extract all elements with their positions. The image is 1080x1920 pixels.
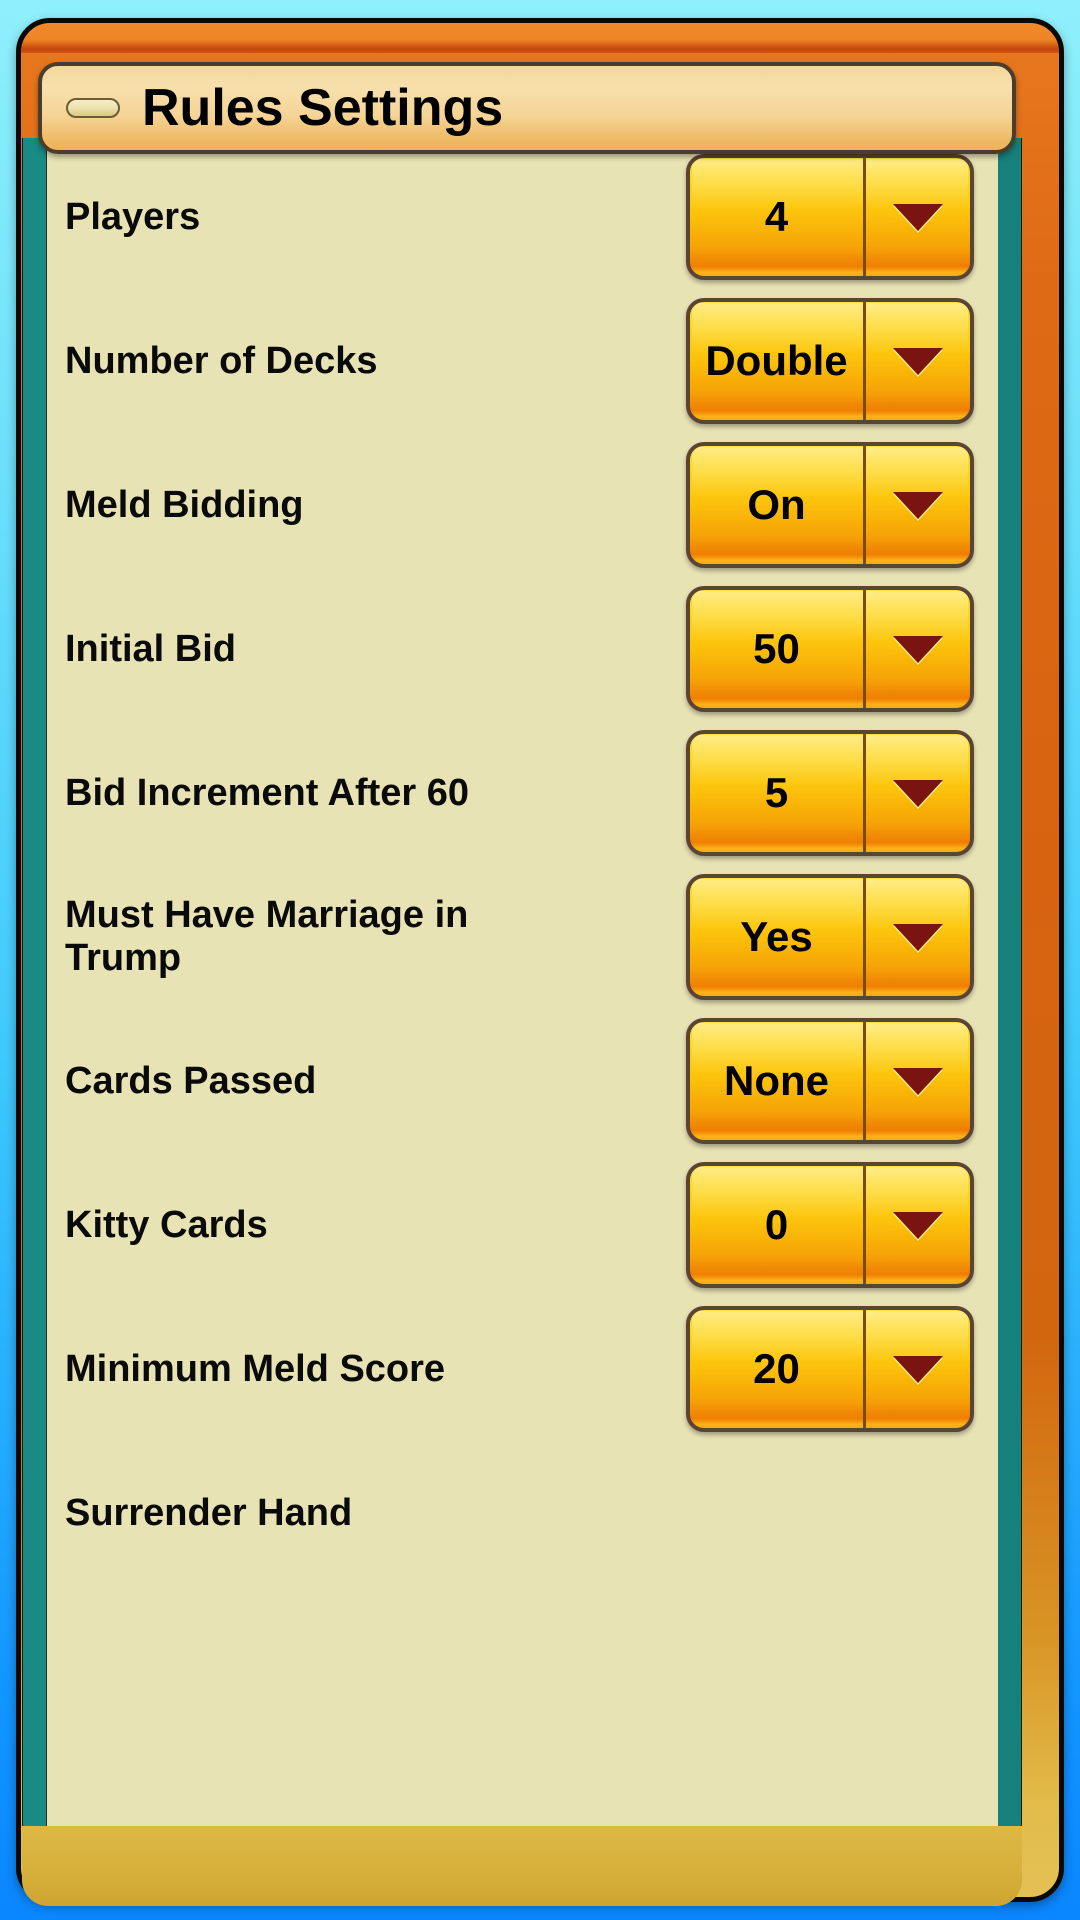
chevron-down-icon xyxy=(893,923,943,951)
setting-row: Initial Bid 50 xyxy=(47,577,998,721)
bottom-bar xyxy=(22,1826,1022,1906)
dropdown-value[interactable]: 4 xyxy=(690,158,866,276)
dropdown-arrow-button[interactable] xyxy=(866,302,970,420)
settings-row-list: Players 4 Number of Decks Double Meld Biddin… xyxy=(47,145,998,1830)
setting-row: Bid Increment After 60 5 xyxy=(47,721,998,865)
dropdown-arrow-button[interactable] xyxy=(866,158,970,276)
dropdown-value[interactable]: None xyxy=(690,1022,866,1140)
dropdown-value[interactable]: On xyxy=(690,446,866,564)
chevron-down-icon xyxy=(893,491,943,519)
setting-label: Minimum Meld Score xyxy=(65,1347,446,1390)
setting-row: Meld Bidding On xyxy=(47,433,998,577)
setting-row: Cards Passed None xyxy=(47,1009,998,1153)
setting-row: Number of Decks Double xyxy=(47,289,998,433)
setting-row: Surrender Hand xyxy=(47,1441,998,1585)
setting-row: Must Have Marriage in Trump Yes xyxy=(47,865,998,1009)
setting-label: Cards Passed xyxy=(65,1059,317,1102)
dropdown-value[interactable]: 0 xyxy=(690,1166,866,1284)
chevron-down-icon xyxy=(893,635,943,663)
setting-dropdown[interactable]: 50 xyxy=(686,586,974,712)
setting-dropdown[interactable]: None xyxy=(686,1018,974,1144)
dropdown-value[interactable]: Yes xyxy=(690,878,866,996)
dropdown-value[interactable]: Double xyxy=(690,302,866,420)
chevron-down-icon xyxy=(893,203,943,231)
minimize-dash-icon[interactable] xyxy=(66,98,120,118)
setting-dropdown[interactable]: Yes xyxy=(686,874,974,1000)
setting-dropdown[interactable]: On xyxy=(686,442,974,568)
setting-dropdown[interactable]: 5 xyxy=(686,730,974,856)
setting-label: Surrender Hand xyxy=(65,1491,353,1534)
settings-content-panel: Players 4 Number of Decks Double Meld Biddin… xyxy=(46,142,998,1830)
dropdown-arrow-button[interactable] xyxy=(866,1022,970,1140)
setting-row: Players 4 xyxy=(47,145,998,289)
chevron-down-icon xyxy=(893,1067,943,1095)
frame-top-gloss xyxy=(21,23,1059,53)
dropdown-arrow-button[interactable] xyxy=(866,1166,970,1284)
setting-label: Players xyxy=(65,195,201,238)
setting-label: Must Have Marriage in Trump xyxy=(65,894,469,979)
dropdown-arrow-button[interactable] xyxy=(866,878,970,996)
chevron-down-icon xyxy=(893,1355,943,1383)
dropdown-arrow-button[interactable] xyxy=(866,590,970,708)
setting-label: Bid Increment After 60 xyxy=(65,771,470,814)
page-title: Rules Settings xyxy=(142,79,504,137)
dropdown-value[interactable]: 20 xyxy=(690,1310,866,1428)
dropdown-value[interactable]: 5 xyxy=(690,734,866,852)
setting-label: Meld Bidding xyxy=(65,483,304,526)
dropdown-value[interactable]: 50 xyxy=(690,590,866,708)
setting-dropdown[interactable]: 4 xyxy=(686,154,974,280)
dropdown-arrow-button[interactable] xyxy=(866,1310,970,1428)
setting-label: Kitty Cards xyxy=(65,1203,268,1246)
chevron-down-icon xyxy=(893,1211,943,1239)
setting-row: Kitty Cards 0 xyxy=(47,1153,998,1297)
setting-label: Initial Bid xyxy=(65,627,236,670)
dropdown-arrow-button[interactable] xyxy=(866,446,970,564)
setting-dropdown[interactable]: Double xyxy=(686,298,974,424)
setting-dropdown[interactable]: 0 xyxy=(686,1162,974,1288)
setting-label: Number of Decks xyxy=(65,339,378,382)
chevron-down-icon xyxy=(893,779,943,807)
chevron-down-icon xyxy=(893,347,943,375)
dropdown-arrow-button[interactable] xyxy=(866,734,970,852)
title-bar[interactable]: Rules Settings xyxy=(38,62,1016,154)
setting-dropdown[interactable]: 20 xyxy=(686,1306,974,1432)
setting-row: Minimum Meld Score 20 xyxy=(47,1297,998,1441)
